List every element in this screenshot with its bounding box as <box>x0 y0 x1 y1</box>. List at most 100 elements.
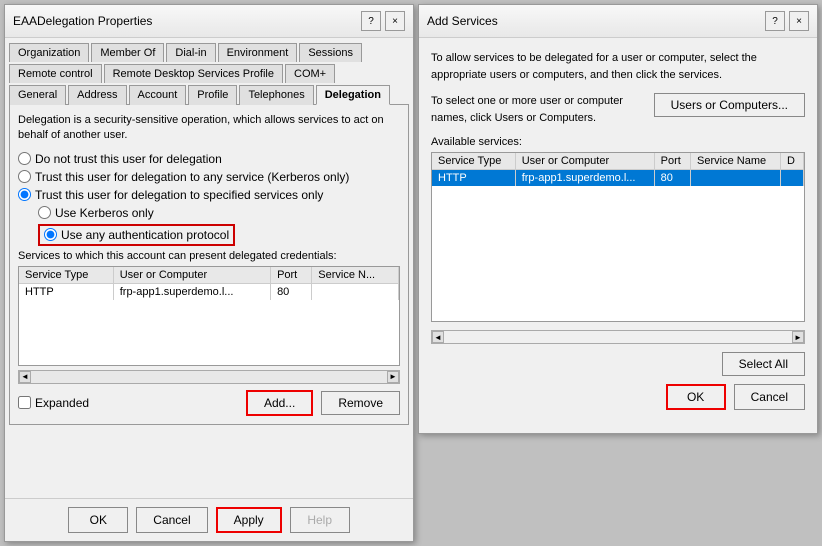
tab-telephones[interactable]: Telephones <box>239 85 313 105</box>
delegation-description: Delegation is a security-sensitive opera… <box>18 113 400 144</box>
radio-any-auth-highlight: Use any authentication protocol <box>38 224 235 246</box>
add-dialog-title: Add Services <box>427 14 498 28</box>
add-table-row[interactable]: HTTP frp-app1.superdemo.l... 80 <box>432 170 804 187</box>
radio-group: Do not trust this user for delegation Tr… <box>18 152 400 246</box>
main-dialog-footer: OK Cancel Apply Help <box>5 498 413 541</box>
tab-environment[interactable]: Environment <box>218 43 298 62</box>
col-service-type: Service Type <box>19 267 113 284</box>
add-title-buttons: ? × <box>765 11 809 31</box>
scroll-track <box>31 371 387 383</box>
radio-trust-any-input[interactable] <box>18 170 31 183</box>
add-dialog-close-btn[interactable]: × <box>789 11 809 31</box>
available-table-wrapper: Service Type User or Computer Port Servi… <box>431 152 805 322</box>
expanded-checkbox[interactable] <box>18 396 31 409</box>
ok-button[interactable]: OK <box>68 507 128 533</box>
table-buttons: Expanded Add... Remove <box>18 390 400 416</box>
main-title-bar: EAADelegation Properties ? × <box>5 5 413 38</box>
cell-port: 80 <box>271 283 312 300</box>
help-footer-button[interactable]: Help <box>290 507 350 533</box>
add-horizontal-scrollbar[interactable]: ◄ ► <box>431 330 805 344</box>
radio-any-auth: Use any authentication protocol <box>38 224 400 246</box>
radio-do-not-trust: Do not trust this user for delegation <box>18 152 400 166</box>
add-dialog-help-btn[interactable]: ? <box>765 11 785 31</box>
add-description: To allow services to be delegated for a … <box>431 50 805 83</box>
cell-user-computer: frp-app1.superdemo.l... <box>113 283 270 300</box>
add-col-port: Port <box>654 153 690 170</box>
add-col-user-computer: User or Computer <box>515 153 654 170</box>
col-user-computer: User or Computer <box>113 267 270 284</box>
tab-delegation[interactable]: Delegation <box>316 85 390 105</box>
help-button[interactable]: ? <box>361 11 381 31</box>
tab-remote-control[interactable]: Remote control <box>9 64 102 83</box>
close-button[interactable]: × <box>385 11 405 31</box>
table-row[interactable]: HTTP frp-app1.superdemo.l... 80 <box>19 283 399 300</box>
add-select-text: To select one or more user or computer n… <box>431 93 646 126</box>
add-scroll-right[interactable]: ► <box>792 331 804 343</box>
expanded-check: Expanded <box>18 396 89 410</box>
available-services-table[interactable]: Service Type User or Computer Port Servi… <box>431 152 805 322</box>
tab-general[interactable]: General <box>9 85 66 105</box>
radio-trust-specified-input[interactable] <box>18 188 31 201</box>
scroll-left-btn[interactable]: ◄ <box>19 371 31 383</box>
col-port: Port <box>271 267 312 284</box>
tab-com-plus[interactable]: COM+ <box>285 64 335 83</box>
scroll-right-btn[interactable]: ► <box>387 371 399 383</box>
tab-member-of[interactable]: Member Of <box>91 43 164 62</box>
radio-kerberos-only: Use Kerberos only <box>38 206 400 220</box>
add-col-service-type: Service Type <box>432 153 515 170</box>
add-cell-d <box>781 170 804 187</box>
tab-content-delegation: Delegation is a security-sensitive opera… <box>9 104 409 425</box>
radio-trust-specified-label: Trust this user for delegation to specif… <box>35 188 323 202</box>
radio-any-auth-label: Use any authentication protocol <box>61 228 229 242</box>
add-dialog-title-bar: Add Services ? × <box>419 5 817 38</box>
add-cancel-button[interactable]: Cancel <box>734 384 805 410</box>
add-select-row: To select one or more user or computer n… <box>431 93 805 126</box>
add-services-dialog: Add Services ? × To allow services to be… <box>418 4 818 434</box>
add-bottom-row: Select All <box>431 352 805 376</box>
available-services-label: Available services: <box>431 136 805 148</box>
tab-organization[interactable]: Organization <box>9 43 89 62</box>
services-table[interactable]: Service Type User or Computer Port Servi… <box>18 266 400 366</box>
add-ok-button[interactable]: OK <box>666 384 726 410</box>
tab-row-1: Organization Member Of Dial-in Environme… <box>9 42 409 61</box>
radio-trust-any-label: Trust this user for delegation to any se… <box>35 170 349 184</box>
add-button[interactable]: Add... <box>246 390 313 416</box>
radio-trust-any: Trust this user for delegation to any se… <box>18 170 400 184</box>
tab-row-2: Remote control Remote Desktop Services P… <box>9 63 409 82</box>
tab-remote-desktop[interactable]: Remote Desktop Services Profile <box>104 64 283 83</box>
tab-profile[interactable]: Profile <box>188 85 237 105</box>
add-cell-port: 80 <box>654 170 690 187</box>
cancel-button[interactable]: Cancel <box>136 507 207 533</box>
tab-row-3: General Address Account Profile Telephon… <box>9 84 409 104</box>
users-computers-button[interactable]: Users or Computers... <box>654 93 805 117</box>
apply-button[interactable]: Apply <box>216 507 282 533</box>
col-service-name: Service N... <box>312 267 399 284</box>
radio-do-not-trust-label: Do not trust this user for delegation <box>35 152 222 166</box>
add-cell-user-computer: frp-app1.superdemo.l... <box>515 170 654 187</box>
radio-do-not-trust-input[interactable] <box>18 152 31 165</box>
add-cell-service-type: HTTP <box>432 170 515 187</box>
tab-address[interactable]: Address <box>68 85 126 105</box>
cell-service-type: HTTP <box>19 283 113 300</box>
tab-sessions[interactable]: Sessions <box>299 43 362 62</box>
horizontal-scrollbar[interactable]: ◄ ► <box>18 370 400 384</box>
add-scroll-left[interactable]: ◄ <box>432 331 444 343</box>
select-all-button[interactable]: Select All <box>722 352 805 376</box>
services-label: Services to which this account can prese… <box>18 250 400 262</box>
tab-account[interactable]: Account <box>129 85 187 105</box>
add-dialog-content: To allow services to be delegated for a … <box>419 38 817 422</box>
remove-button[interactable]: Remove <box>321 391 400 415</box>
radio-kerberos-only-label: Use Kerberos only <box>55 206 154 220</box>
radio-kerberos-only-input[interactable] <box>38 206 51 219</box>
radio-trust-specified: Trust this user for delegation to specif… <box>18 188 400 202</box>
add-dialog-footer: OK Cancel <box>431 384 805 410</box>
main-dialog: EAADelegation Properties ? × Organizatio… <box>4 4 414 542</box>
add-cell-service-name <box>691 170 781 187</box>
tab-dial-in[interactable]: Dial-in <box>166 43 215 62</box>
add-col-service-name: Service Name <box>691 153 781 170</box>
expanded-label: Expanded <box>35 396 89 410</box>
main-title-buttons: ? × <box>361 11 405 31</box>
main-dialog-title: EAADelegation Properties <box>13 14 152 28</box>
radio-any-auth-input[interactable] <box>44 228 57 241</box>
add-col-d: D <box>781 153 804 170</box>
